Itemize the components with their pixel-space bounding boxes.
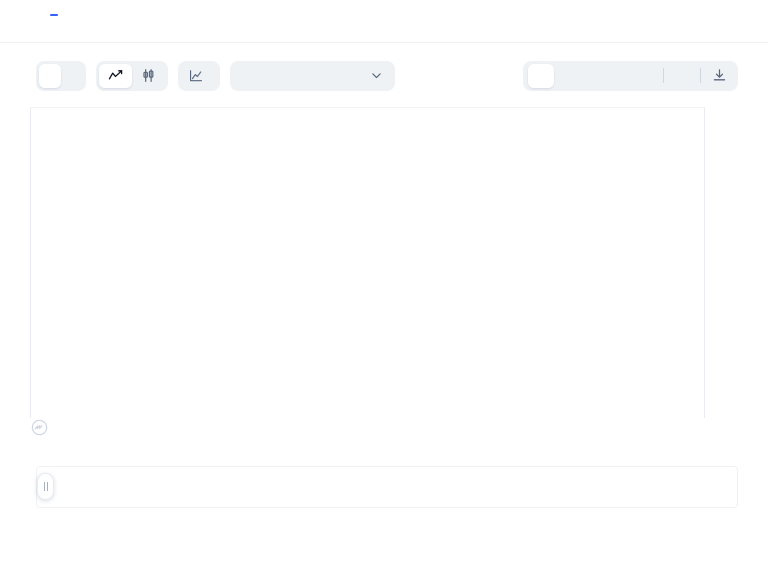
navigator-axis — [36, 514, 738, 532]
drag-handle-icon[interactable] — [37, 473, 54, 500]
metric-option-market-cap[interactable] — [61, 64, 83, 88]
range-option-all[interactable] — [632, 64, 658, 88]
price-chart[interactable] — [0, 101, 768, 456]
download-icon[interactable] — [706, 68, 733, 83]
tab-bar — [0, 0, 768, 43]
toolbar-divider — [663, 68, 664, 83]
tradingview-button[interactable] — [178, 61, 220, 91]
y-axis — [710, 101, 768, 431]
range-option-1m[interactable] — [580, 64, 606, 88]
range-navigator[interactable] — [36, 466, 738, 508]
plot-area — [30, 107, 705, 418]
toolbar-divider-2 — [700, 68, 701, 83]
coinmarketcap-watermark — [31, 419, 53, 436]
chevron-down-icon — [370, 69, 383, 82]
chart-type-toggle-group — [96, 61, 168, 91]
tab-news[interactable] — [108, 0, 144, 15]
tab-analytics[interactable] — [180, 0, 216, 15]
x-axis — [0, 533, 768, 553]
tab-about[interactable] — [144, 0, 180, 15]
range-option-1d[interactable] — [528, 64, 554, 88]
tab-markets[interactable] — [72, 0, 108, 15]
log-scale-toggle[interactable] — [669, 64, 695, 88]
volume-series — [31, 108, 706, 419]
compare-with-dropdown[interactable] — [230, 61, 395, 91]
tab-chart[interactable] — [36, 0, 72, 15]
metric-option-price[interactable] — [39, 64, 61, 88]
line-chart-icon[interactable] — [99, 64, 132, 88]
time-range-group — [523, 61, 738, 91]
candlestick-chart-icon[interactable] — [132, 64, 165, 88]
chart-toolbar — [0, 43, 768, 95]
coinmarketcap-logo-icon — [31, 419, 48, 436]
range-option-1y[interactable] — [606, 64, 632, 88]
tradingview-icon — [189, 69, 203, 83]
range-option-7d[interactable] — [554, 64, 580, 88]
metric-toggle-group — [36, 61, 86, 91]
navigator-series — [37, 467, 739, 507]
